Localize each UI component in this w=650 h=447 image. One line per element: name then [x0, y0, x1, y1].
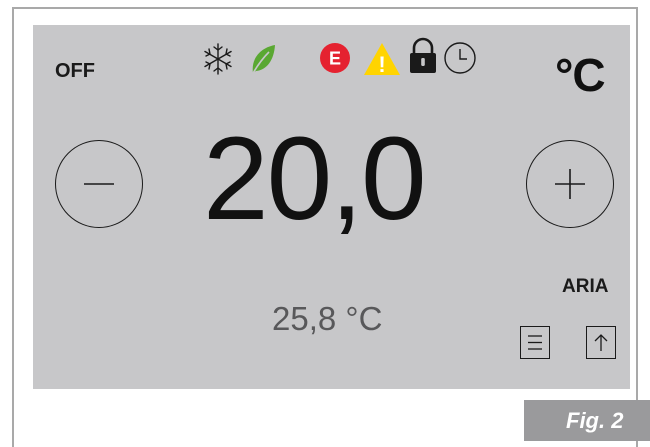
menu-button[interactable]	[520, 326, 550, 359]
plus-icon	[555, 169, 585, 199]
setpoint-temperature: 20,0	[203, 113, 427, 245]
figure-caption: Fig. 2	[566, 408, 624, 433]
sensor-label: ARIA	[562, 276, 609, 297]
minus-icon	[84, 183, 114, 185]
error-icon-letter: E	[329, 49, 341, 69]
menu-icon	[528, 335, 542, 350]
lock-icon	[410, 37, 436, 73]
clock-icon	[444, 42, 476, 74]
warning-icon: !	[364, 43, 400, 77]
temperature-unit: °C	[555, 49, 606, 101]
mode-status[interactable]: OFF	[55, 60, 95, 83]
leaf-icon	[251, 45, 275, 76]
error-icon: E	[320, 43, 350, 73]
figure-caption-box: Fig. 2	[524, 400, 650, 441]
snowflake-icon	[204, 43, 232, 75]
up-button[interactable]	[586, 326, 616, 359]
decrease-button[interactable]	[55, 140, 143, 228]
arrow-up-icon	[594, 334, 608, 351]
increase-button[interactable]	[526, 140, 614, 228]
warning-icon-mark: !	[378, 52, 385, 77]
measured-temperature: 25,8 °C	[272, 300, 383, 337]
